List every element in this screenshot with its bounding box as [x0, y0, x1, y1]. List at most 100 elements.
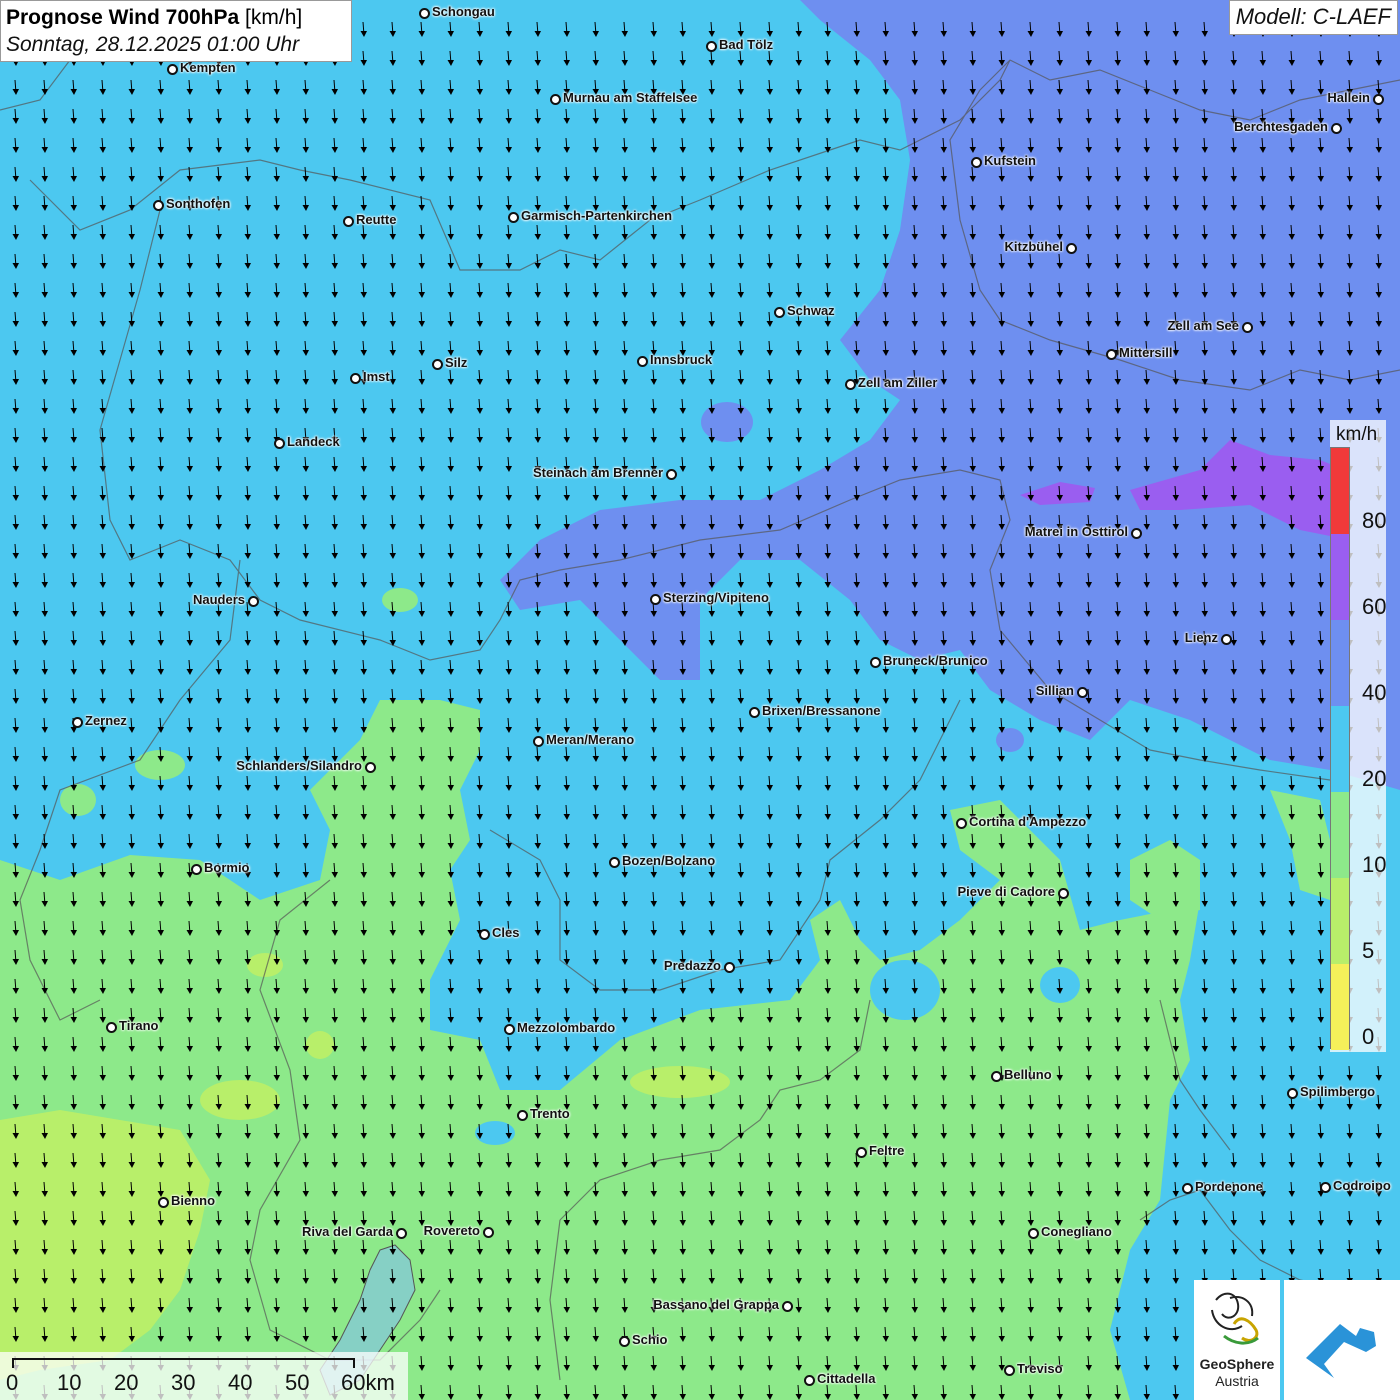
city-marker[interactable]	[1004, 1365, 1015, 1376]
legend-tick: 10	[1362, 852, 1387, 877]
city-label: Bormio	[204, 860, 250, 875]
city-marker[interactable]	[1066, 243, 1077, 254]
geosphere-logo[interactable]: GeoSphere Austria	[1194, 1280, 1280, 1400]
geosphere-country: Austria	[1215, 1373, 1259, 1389]
city-marker[interactable]	[856, 1147, 867, 1158]
city-label: Schio	[632, 1332, 668, 1347]
city-marker[interactable]	[845, 379, 856, 390]
geosphere-name: GeoSphere	[1199, 1356, 1275, 1372]
city-marker[interactable]	[1242, 322, 1253, 333]
city-marker[interactable]	[619, 1336, 630, 1347]
city-label: Lienz	[1184, 630, 1218, 645]
city-marker[interactable]	[533, 736, 544, 747]
city-marker[interactable]	[483, 1227, 494, 1238]
city-marker[interactable]	[343, 216, 354, 227]
city-marker[interactable]	[365, 762, 376, 773]
city-marker[interactable]	[1028, 1228, 1039, 1239]
city-marker[interactable]	[971, 157, 982, 168]
city-marker[interactable]	[274, 438, 285, 449]
legend-color-bar	[1330, 447, 1350, 1050]
city-marker[interactable]	[1077, 687, 1088, 698]
city-marker[interactable]	[1373, 94, 1384, 105]
city-marker[interactable]	[804, 1375, 815, 1386]
city-marker[interactable]	[650, 594, 661, 605]
city-marker[interactable]	[956, 818, 967, 829]
city-marker[interactable]	[609, 857, 620, 868]
zone-5-10-patch	[306, 1031, 334, 1059]
city-marker[interactable]	[158, 1197, 169, 1208]
city-marker[interactable]	[508, 212, 519, 223]
city-marker[interactable]	[666, 469, 677, 480]
legend-seg-0-5	[1331, 964, 1349, 1050]
city-marker[interactable]	[350, 373, 361, 384]
scale-label: 60km	[341, 1370, 395, 1395]
city-label: Tirano	[119, 1018, 159, 1033]
city-marker[interactable]	[550, 94, 561, 105]
city-label: Silz	[445, 355, 468, 370]
city-marker[interactable]	[106, 1022, 117, 1033]
legend-seg-5-10	[1331, 878, 1349, 964]
city-label: Sterzing/Vipiteno	[663, 590, 769, 605]
city-label: Garmisch-Partenkirchen	[521, 208, 673, 223]
zone-20-40-patch	[870, 960, 940, 1020]
city-marker[interactable]	[724, 962, 735, 973]
city-label: Schongau	[432, 4, 495, 19]
city-marker[interactable]	[991, 1071, 1002, 1082]
city-marker[interactable]	[706, 41, 717, 52]
city-label: Schlanders/Silandro	[236, 758, 362, 773]
city-marker[interactable]	[1320, 1182, 1331, 1193]
city-marker[interactable]	[167, 64, 178, 75]
zone-40-60-patch	[996, 728, 1024, 752]
city-label: Hallein	[1327, 90, 1370, 105]
city-marker[interactable]	[782, 1301, 793, 1312]
city-marker[interactable]	[1058, 888, 1069, 899]
city-label: Treviso	[1017, 1361, 1063, 1376]
city-marker[interactable]	[153, 200, 164, 211]
city-label: Murnau am Staffelsee	[563, 90, 698, 105]
legend-seg-80-plus	[1331, 448, 1349, 534]
city-marker[interactable]	[396, 1228, 407, 1239]
city-marker[interactable]	[517, 1110, 528, 1121]
city-marker[interactable]	[1131, 528, 1142, 539]
wind-map[interactable]: Schongau Bad Tölz Kempten Murnau am Staffel…	[0, 0, 1400, 1400]
city-marker[interactable]	[191, 864, 202, 875]
scale-label: 30	[171, 1370, 196, 1395]
city-label: Cles	[492, 925, 520, 940]
city-marker[interactable]	[774, 307, 785, 318]
city-marker[interactable]	[637, 356, 648, 367]
city-label: Bruneck/Brunico	[883, 653, 988, 668]
city-marker[interactable]	[504, 1024, 515, 1035]
forecast-datetime: Sonntag, 28.12.2025 01:00 Uhr	[6, 33, 300, 56]
city-marker[interactable]	[1331, 123, 1342, 134]
zone-5-10-patch	[200, 1080, 280, 1120]
city-marker[interactable]	[870, 657, 881, 668]
city-marker[interactable]	[749, 707, 760, 718]
city-marker[interactable]	[248, 596, 259, 607]
scale-label: 50	[285, 1370, 310, 1395]
app-home-logo[interactable]	[1284, 1280, 1400, 1400]
city-marker[interactable]	[1287, 1088, 1298, 1099]
city-label: Cittadella	[817, 1371, 876, 1386]
legend-tick: 20	[1362, 766, 1387, 791]
legend-tick: 5	[1362, 938, 1375, 963]
city-label: Meran/Merano	[546, 732, 635, 747]
city-marker[interactable]	[479, 929, 490, 940]
legend-tick: 60	[1362, 594, 1387, 619]
city-marker[interactable]	[432, 359, 443, 370]
city-label: Reutte	[356, 212, 397, 227]
city-marker[interactable]	[72, 717, 83, 728]
legend-seg-60-80	[1331, 534, 1349, 620]
map-title-bold: Prognose Wind 700hPa	[6, 6, 240, 29]
city-marker[interactable]	[419, 8, 430, 19]
city-marker[interactable]	[1182, 1183, 1193, 1194]
city-marker[interactable]	[1221, 634, 1232, 645]
city-marker[interactable]	[1106, 349, 1117, 360]
city-label: Trento	[530, 1106, 570, 1121]
city-label: Sillian	[1035, 683, 1074, 698]
scale-label: 10	[57, 1370, 82, 1395]
city-label: Mezzolombardo	[517, 1020, 616, 1035]
legend-seg-40-60	[1331, 620, 1349, 706]
scale-bar: 0 10 20 30 40 50 60km	[0, 1352, 408, 1400]
city-label: Kempten	[180, 60, 236, 75]
city-label: Sonthofen	[166, 196, 231, 211]
